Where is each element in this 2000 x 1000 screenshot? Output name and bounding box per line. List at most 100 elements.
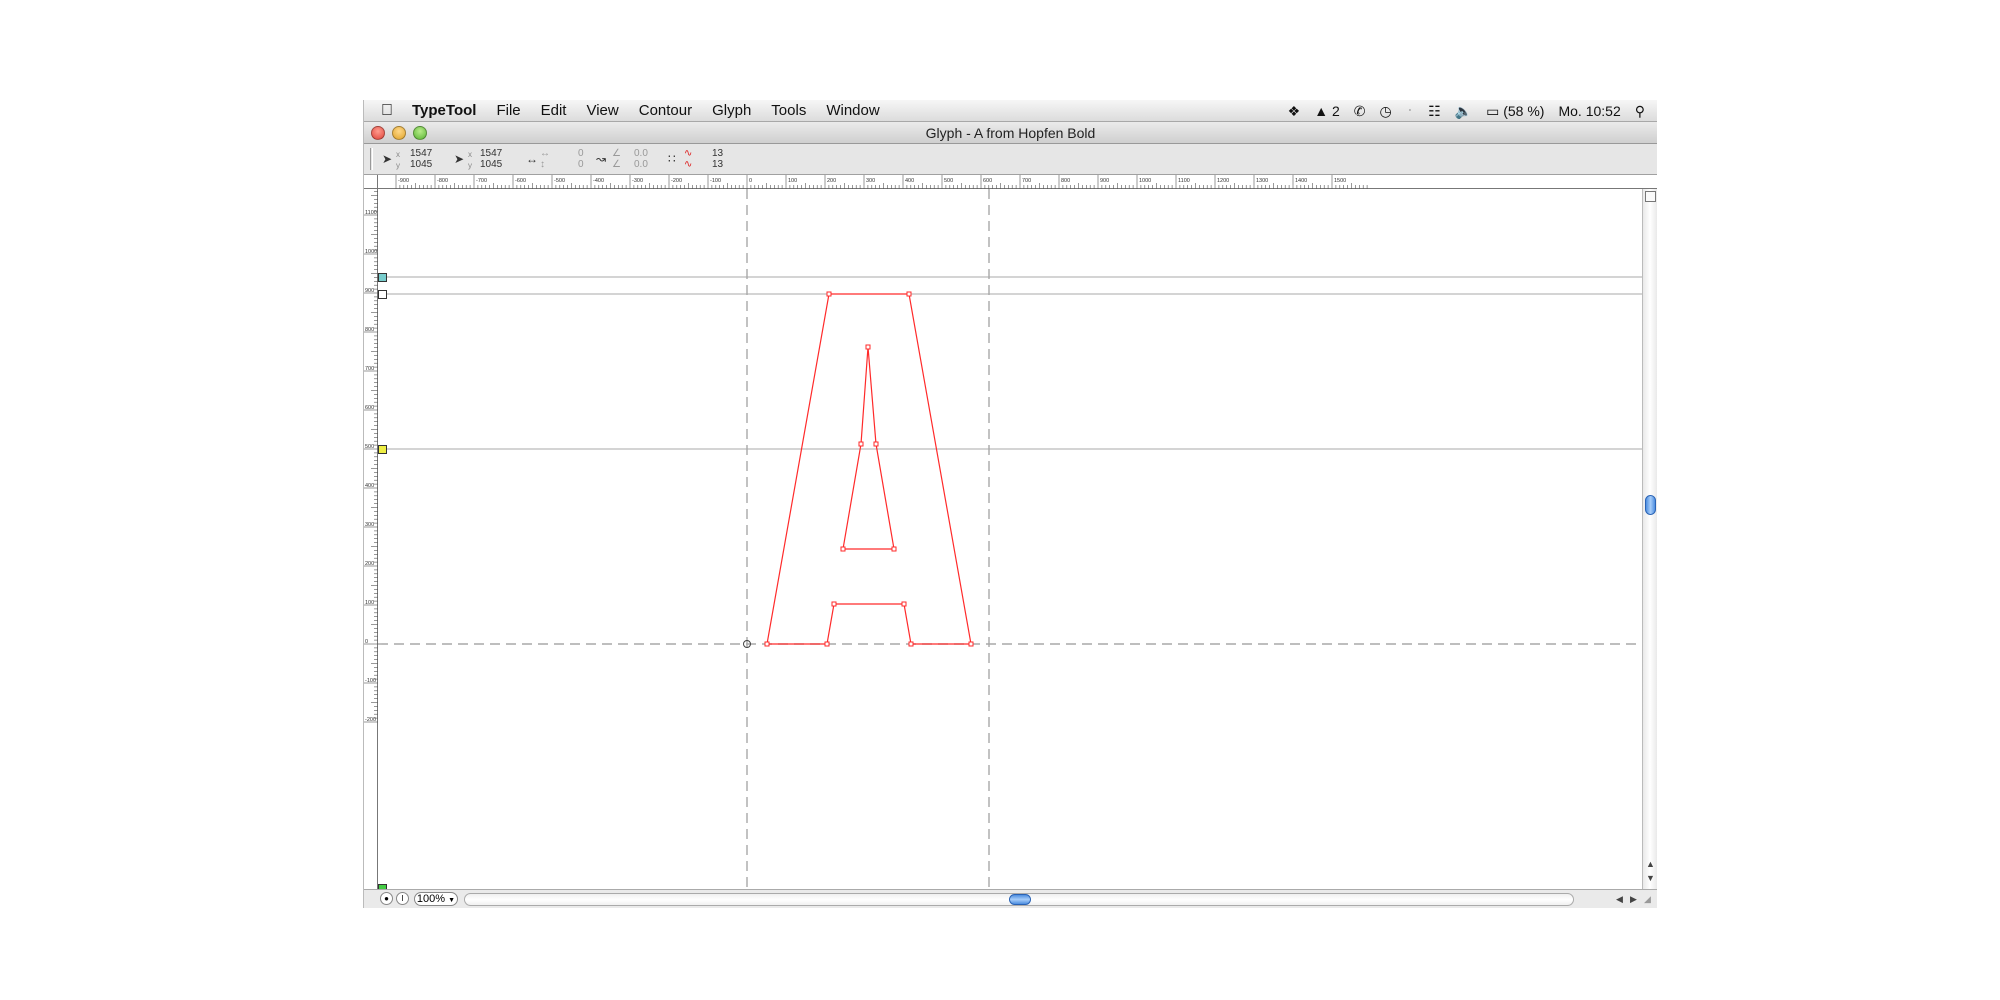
split-view-icon[interactable] xyxy=(1645,191,1656,202)
node[interactable] xyxy=(908,641,914,647)
node[interactable] xyxy=(865,344,871,350)
scroll-right-arrow-icon[interactable]: ▶ xyxy=(1630,894,1637,905)
glyph-info-toolbar: ➤ x y 1547 1045 ➤ x y 1547 1045 ↔ ↔ ↕ 0 … xyxy=(364,144,1657,175)
menu-view[interactable]: View xyxy=(576,102,628,119)
node[interactable] xyxy=(764,641,770,647)
chevron-down-icon: ▼ xyxy=(448,897,456,904)
distance-w-label: ↔ xyxy=(540,148,550,159)
node-x-value: 1547 xyxy=(480,148,503,159)
ruler-label: -500 xyxy=(554,178,565,184)
time-machine-icon[interactable]: ◷ xyxy=(1379,103,1391,120)
phone-icon[interactable]: ✆ xyxy=(1354,103,1366,120)
lock-icon[interactable]: ● xyxy=(380,892,393,905)
ruler-label: -900 xyxy=(398,178,409,184)
adobe-icon: ▲ xyxy=(1314,103,1329,119)
ruler-label: -100 xyxy=(710,178,721,184)
ruler-label: 400 xyxy=(905,178,914,184)
ruler-label: 1100 xyxy=(1178,178,1190,184)
zoom-select[interactable]: 100% ▼ xyxy=(414,892,458,906)
distance-icon: ↔ xyxy=(526,152,538,166)
node-x-label: x xyxy=(468,150,472,159)
cap-height-marker-icon[interactable] xyxy=(378,290,387,299)
vertical-scroll-thumb[interactable] xyxy=(1645,495,1656,515)
spotlight-search-icon[interactable]: ⚲ xyxy=(1635,103,1645,120)
ruler-label: -700 xyxy=(476,178,487,184)
scroll-left-arrow-icon[interactable]: ◀ xyxy=(1616,894,1623,905)
node[interactable] xyxy=(858,441,864,447)
ruler-label: 200 xyxy=(827,178,836,184)
nodes-count-icon: ∷ xyxy=(668,152,676,166)
vertical-scrollbar[interactable]: ▲ ▼ xyxy=(1642,189,1657,889)
ruler-label: 900 xyxy=(1100,178,1109,184)
ruler-label: -800 xyxy=(437,178,448,184)
distance-h-label: ↕ xyxy=(540,159,545,170)
node-pointer-icon: ➤ xyxy=(454,152,465,166)
menu-contour[interactable]: Contour xyxy=(629,102,702,119)
node-y-label: y xyxy=(468,161,472,170)
battery-percent: (58 %) xyxy=(1503,102,1545,119)
node[interactable] xyxy=(840,546,846,552)
window-status-bar: ● I 100% ▼ ◀ ▶ ◢ xyxy=(364,889,1657,908)
nodes-a-icon: ∿ xyxy=(684,148,693,159)
ascender-marker-icon[interactable] xyxy=(378,273,387,282)
horizontal-ruler[interactable]: -900 -800 -700 -600 -500 -400 -300 -200 -100 0 100… xyxy=(378,175,1657,189)
node[interactable] xyxy=(891,546,897,552)
menu-file[interactable]: File xyxy=(486,102,530,119)
adobe-status[interactable]: ▲ 2 xyxy=(1314,103,1340,119)
node[interactable] xyxy=(968,641,974,647)
distance-h-value: 0 xyxy=(578,159,584,170)
node[interactable] xyxy=(826,291,832,297)
battery-status[interactable]: ▭ (58 %) xyxy=(1486,103,1544,120)
toolbar-grip[interactable] xyxy=(370,148,373,170)
scroll-up-arrow-icon[interactable]: ▲ xyxy=(1646,859,1655,869)
volume-icon[interactable]: 🔈 xyxy=(1455,103,1472,120)
ruler-label: -300 xyxy=(632,178,643,184)
cursor-y-label: y xyxy=(396,161,400,170)
node[interactable] xyxy=(831,601,837,607)
menu-bar:  TypeTool File Edit View Contour Glyph … xyxy=(364,100,1657,122)
node[interactable] xyxy=(873,441,879,447)
nodes-a-value: 13 xyxy=(712,148,724,159)
ruler-label: 700 xyxy=(1022,178,1031,184)
horizontal-scroll-thumb[interactable] xyxy=(1009,894,1031,905)
menu-app[interactable]: TypeTool xyxy=(410,102,486,119)
window-title: Glyph - A from Hopfen Bold xyxy=(925,125,1096,141)
pointer-icon: ➤ xyxy=(382,152,393,166)
ruler-label: 1500 xyxy=(1334,178,1346,184)
apple-menu-icon[interactable]:  xyxy=(364,102,410,120)
glyph-canvas[interactable] xyxy=(378,189,1642,889)
horizontal-scrollbar[interactable] xyxy=(464,893,1574,906)
metrics-toggle-icon[interactable]: I xyxy=(396,892,409,905)
clock[interactable]: Mo. 10:52 xyxy=(1558,103,1620,119)
x-height-marker-icon[interactable] xyxy=(378,445,387,454)
horizontal-ruler-ticks: -900 -800 -700 -600 -500 -400 -300 -200 -100 0 100… xyxy=(395,175,1368,189)
menu-window[interactable]: Window xyxy=(816,102,889,119)
dropbox-icon[interactable]: ❖ xyxy=(1288,103,1301,120)
menu-edit[interactable]: Edit xyxy=(531,102,577,119)
ruler-label: 800 xyxy=(1061,178,1070,184)
zoom-value: 100% xyxy=(416,893,446,905)
ruler-label: -400 xyxy=(593,178,604,184)
vertical-ruler-ticks: 110010009008007006005004003002001000-100… xyxy=(364,179,378,723)
scroll-down-arrow-icon[interactable]: ▼ xyxy=(1646,873,1655,883)
ruler-label: 1300 xyxy=(1256,178,1268,184)
resize-grip-icon[interactable]: ◢ xyxy=(1644,894,1651,905)
wifi-icon[interactable]: ☷ xyxy=(1428,103,1441,120)
glyph-counter-contour[interactable] xyxy=(842,346,895,550)
cursor-y-value: 1045 xyxy=(410,159,433,170)
ruler-label: 1200 xyxy=(1217,178,1229,184)
node[interactable] xyxy=(901,601,907,607)
menu-glyph[interactable]: Glyph xyxy=(702,102,761,119)
node[interactable] xyxy=(906,291,912,297)
angle-icon: ↝ xyxy=(596,152,607,166)
glyph-canvas-svg xyxy=(378,189,1642,889)
ruler-corner[interactable] xyxy=(364,175,378,189)
ruler-label: -600 xyxy=(515,178,526,184)
vertical-ruler[interactable]: 1100 1000 900 800 700 600 500 400 300 200 100 0 -100… xyxy=(364,179,378,889)
node[interactable] xyxy=(824,641,830,647)
ruler-label: 1400 xyxy=(1295,178,1307,184)
angle-a-label: ∠ xyxy=(612,148,621,159)
menu-tools[interactable]: Tools xyxy=(761,102,816,119)
bluetooth-icon[interactable]: ᛫ xyxy=(1406,103,1414,119)
ruler-label: 1000 xyxy=(1139,178,1151,184)
